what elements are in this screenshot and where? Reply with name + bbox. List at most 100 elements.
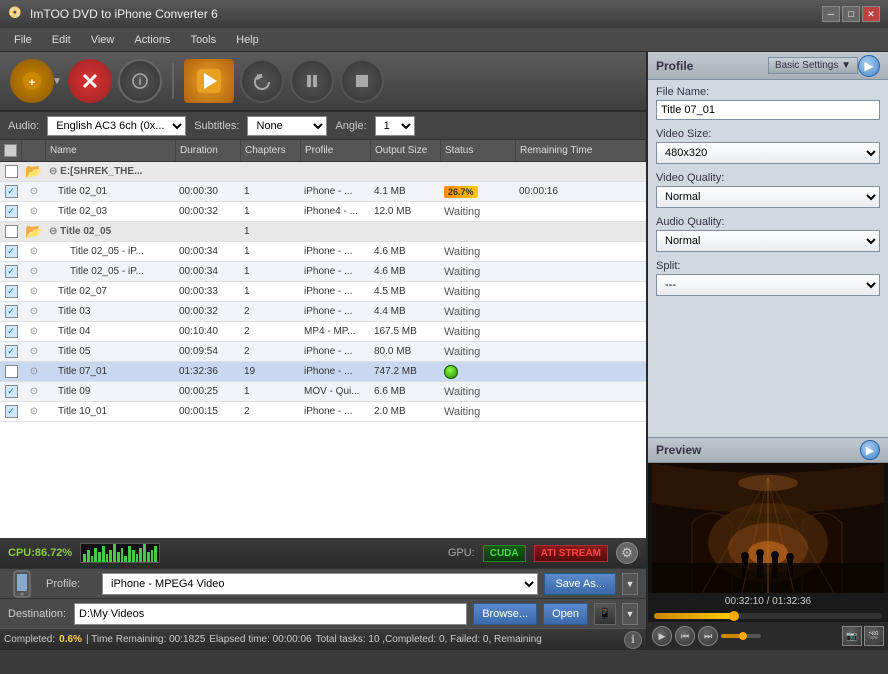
row-check[interactable]: [0, 162, 22, 181]
video-quality-select[interactable]: Normal: [656, 186, 880, 208]
checkbox-icon[interactable]: ✓: [5, 265, 18, 278]
status-info-button[interactable]: ℹ: [624, 631, 642, 649]
info-button[interactable]: i: [118, 59, 162, 103]
convert-button[interactable]: [184, 59, 234, 103]
col-status[interactable]: Status: [441, 140, 516, 161]
split-select[interactable]: ---: [656, 274, 880, 296]
preview-play-button[interactable]: ▶: [652, 626, 672, 646]
audio-quality-select[interactable]: Normal: [656, 230, 880, 252]
header-checkbox[interactable]: [4, 144, 17, 157]
add-dropdown-arrow[interactable]: ▼: [52, 76, 62, 87]
row-profile: MOV - Qui...: [301, 382, 371, 401]
checkbox-icon[interactable]: ✓: [5, 305, 18, 318]
checkbox-icon[interactable]: [5, 365, 18, 378]
stop2-button[interactable]: [340, 59, 384, 103]
table-row[interactable]: ✓ ⊙ Title 09 00:00:25 1 MOV - Qui... 6.6…: [0, 382, 646, 402]
file-name-input[interactable]: [656, 100, 880, 120]
preview-forward-button[interactable]: ⏭: [698, 626, 718, 646]
preview-rewind-button[interactable]: ⏮: [675, 626, 695, 646]
row-check[interactable]: ✓: [0, 182, 22, 201]
maximize-button[interactable]: □: [842, 6, 860, 22]
table-row[interactable]: ✓ ⊙ Title 02_03 00:00:32 1 iPhone4 - ...…: [0, 202, 646, 222]
checkbox-icon[interactable]: ✓: [5, 405, 18, 418]
browse-button[interactable]: Browse...: [473, 603, 537, 625]
table-row[interactable]: ⊙ Title 07_01 01:32:36 19 iPhone - ... 7…: [0, 362, 646, 382]
row-check[interactable]: ✓: [0, 402, 22, 421]
add-button[interactable]: +: [10, 59, 54, 103]
checkbox-icon[interactable]: ✓: [5, 325, 18, 338]
row-check[interactable]: ✓: [0, 302, 22, 321]
pause-button[interactable]: [290, 59, 334, 103]
table-row[interactable]: ✓ ⊙ Title 02_01 00:00:30 1 iPhone - ... …: [0, 182, 646, 202]
volume-slider[interactable]: [721, 634, 761, 638]
preview-progress-thumb[interactable]: [729, 611, 739, 621]
checkbox-icon[interactable]: [5, 165, 18, 178]
table-row[interactable]: 📂 ⊖ Title 02_05 1: [0, 222, 646, 242]
dest-dropdown-arrow[interactable]: ▼: [622, 603, 638, 625]
col-remaining[interactable]: Remaining Time: [516, 140, 646, 161]
menu-help[interactable]: Help: [226, 31, 269, 49]
table-row[interactable]: ✓ ⊙ Title 02_05 - iP... 00:00:34 1 iPhon…: [0, 242, 646, 262]
subtitles-select[interactable]: None: [247, 116, 327, 136]
menu-view[interactable]: View: [81, 31, 125, 49]
capture-button-2[interactable]: 🎬: [864, 626, 884, 646]
table-row[interactable]: 📂 ⊖ E:[SHREK_THE...: [0, 162, 646, 182]
cuda-button[interactable]: CUDA: [483, 545, 526, 562]
profile-dropdown-arrow[interactable]: ▼: [622, 573, 638, 595]
col-output-size[interactable]: Output Size: [371, 140, 441, 161]
checkbox-icon[interactable]: ✓: [5, 385, 18, 398]
col-chapters[interactable]: Chapters: [241, 140, 301, 161]
checkbox-icon[interactable]: ✓: [5, 245, 18, 258]
profile-nav-button[interactable]: ▶: [858, 55, 880, 77]
row-check[interactable]: ✓: [0, 322, 22, 341]
close-button[interactable]: ✕: [862, 6, 880, 22]
expand-icon[interactable]: ⊖: [49, 166, 57, 177]
undo-button[interactable]: [240, 59, 284, 103]
row-check[interactable]: ✓: [0, 282, 22, 301]
video-size-select[interactable]: 480x320: [656, 142, 880, 164]
open-button[interactable]: Open: [543, 603, 588, 625]
stop-button[interactable]: [68, 59, 112, 103]
profile-select[interactable]: iPhone - MPEG4 Video: [102, 573, 538, 595]
menu-actions[interactable]: Actions: [124, 31, 180, 49]
checkbox-icon[interactable]: [5, 225, 18, 238]
checkbox-icon[interactable]: ✓: [5, 205, 18, 218]
row-check[interactable]: [0, 362, 22, 381]
expand-icon[interactable]: ⊖: [49, 226, 57, 237]
destination-input[interactable]: [74, 603, 467, 625]
row-status-icon: ⊙: [22, 342, 46, 361]
table-row[interactable]: ✓ ⊙ Title 10_01 00:00:15 2 iPhone - ... …: [0, 402, 646, 422]
row-check[interactable]: ✓: [0, 202, 22, 221]
minimize-button[interactable]: ─: [822, 6, 840, 22]
menu-edit[interactable]: Edit: [42, 31, 81, 49]
menu-file[interactable]: File: [4, 31, 42, 49]
ati-stream-button[interactable]: ATI STREAM: [534, 545, 608, 562]
checkbox-icon[interactable]: ✓: [5, 345, 18, 358]
table-row[interactable]: ✓ ⊙ Title 02_05 - iP... 00:00:34 1 iPhon…: [0, 262, 646, 282]
row-check[interactable]: ✓: [0, 242, 22, 261]
menu-tools[interactable]: Tools: [180, 31, 226, 49]
table-row[interactable]: ✓ ⊙ Title 04 00:10:40 2 MP4 - MP... 167.…: [0, 322, 646, 342]
preview-progress-track[interactable]: [654, 613, 882, 619]
save-as-button[interactable]: Save As...: [544, 573, 616, 595]
row-status: Waiting: [441, 262, 516, 281]
preview-nav-button[interactable]: ▶: [860, 440, 880, 460]
table-row[interactable]: ✓ ⊙ Title 02_07 00:00:33 1 iPhone - ... …: [0, 282, 646, 302]
row-check[interactable]: ✓: [0, 382, 22, 401]
checkbox-icon[interactable]: ✓: [5, 185, 18, 198]
row-check[interactable]: ✓: [0, 342, 22, 361]
audio-select[interactable]: English AC3 6ch (0x...: [47, 116, 186, 136]
checkbox-icon[interactable]: ✓: [5, 285, 18, 298]
col-duration[interactable]: Duration: [176, 140, 241, 161]
row-check[interactable]: ✓: [0, 262, 22, 281]
angle-select[interactable]: 1: [375, 116, 415, 136]
table-row[interactable]: ✓ ⊙ Title 05 00:09:54 2 iPhone - ... 80.…: [0, 342, 646, 362]
table-row[interactable]: ✓ ⊙ Title 03 00:00:32 2 iPhone - ... 4.4…: [0, 302, 646, 322]
dest-phone-button[interactable]: 📱: [594, 603, 616, 625]
col-name[interactable]: Name: [46, 140, 176, 161]
basic-settings-button[interactable]: Basic Settings ▼: [768, 57, 858, 74]
capture-button-1[interactable]: 📷: [842, 626, 862, 646]
col-profile[interactable]: Profile: [301, 140, 371, 161]
row-check[interactable]: [0, 222, 22, 241]
settings-gear-button[interactable]: ⚙: [616, 542, 638, 564]
